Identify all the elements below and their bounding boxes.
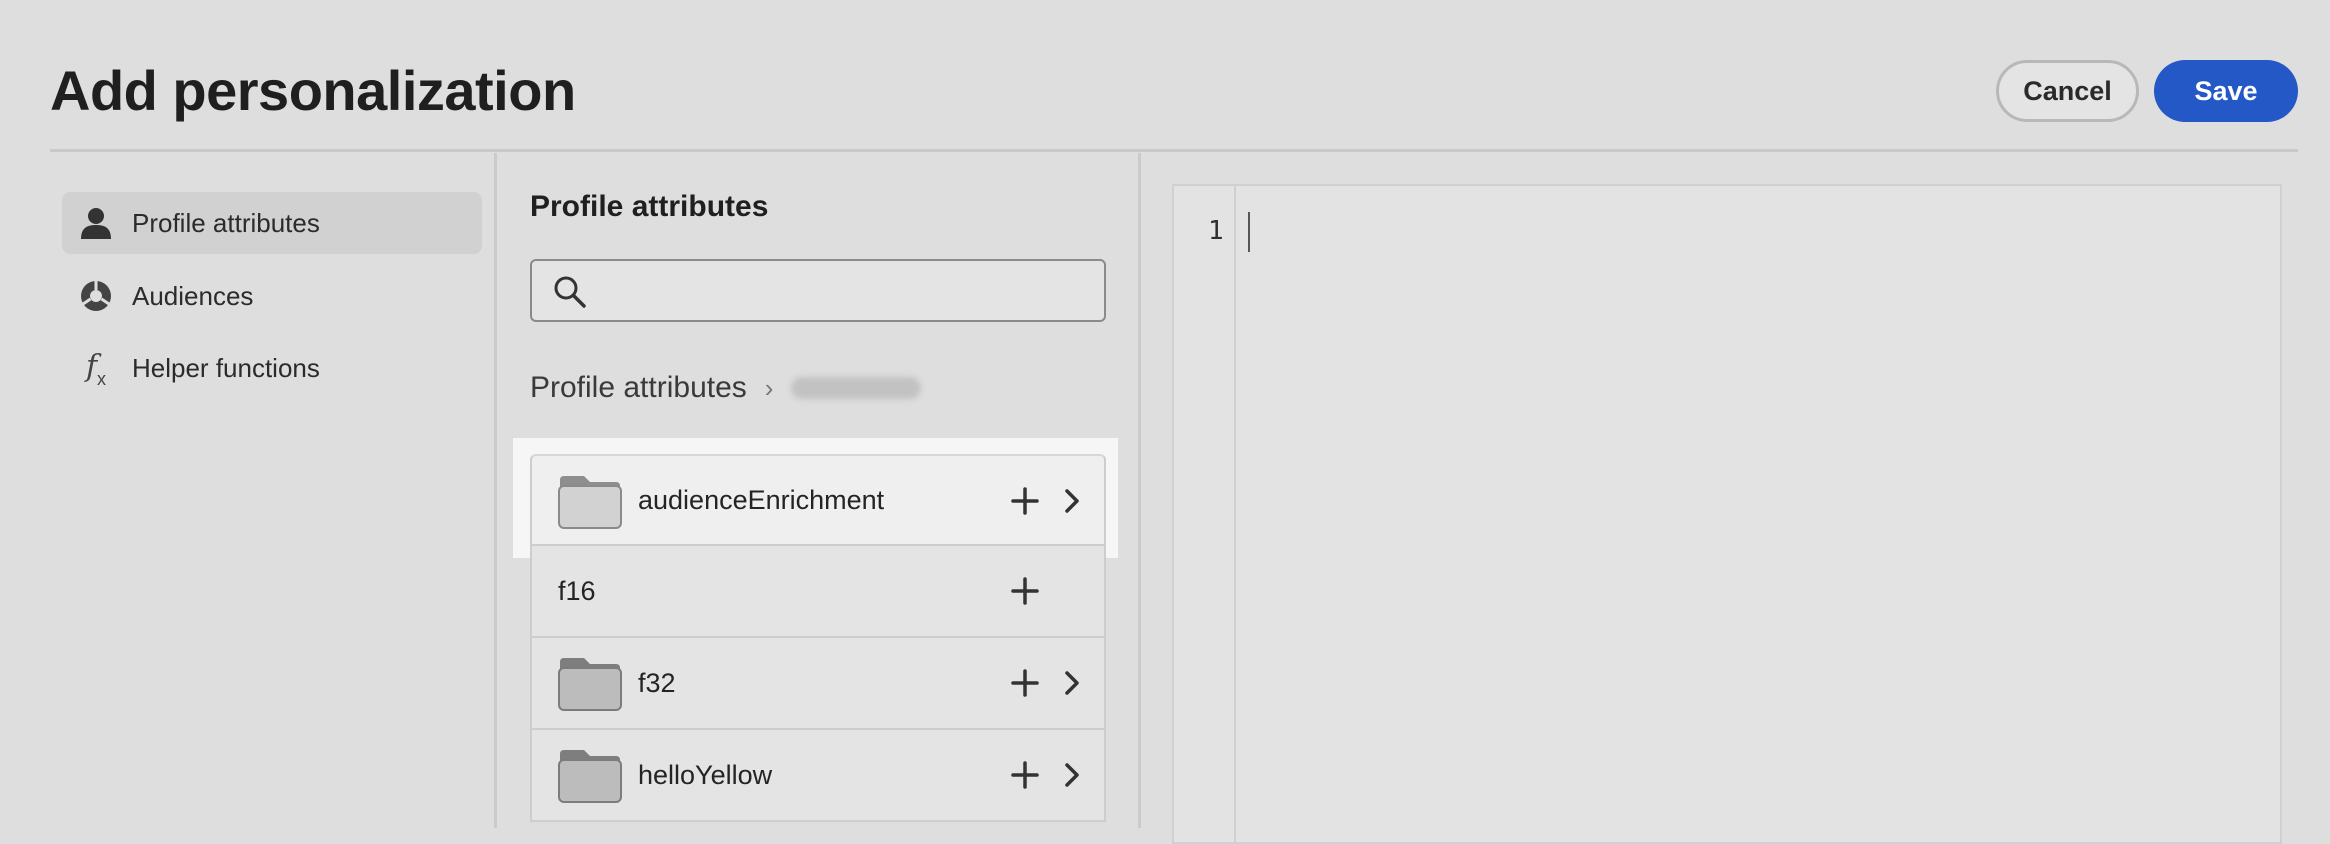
folder-icon: [558, 656, 622, 717]
breadcrumb-separator: ›: [764, 372, 774, 403]
dialog-header: Add personalization Cancel Save: [0, 0, 2330, 152]
function-icon: fx: [85, 348, 107, 389]
folder-icon: [558, 474, 622, 535]
chevron-right-icon[interactable]: [1062, 488, 1082, 519]
add-icon[interactable]: [1010, 668, 1040, 703]
cancel-button[interactable]: Cancel: [1996, 60, 2139, 122]
breadcrumb-redacted: [791, 377, 922, 399]
list-item[interactable]: f16: [530, 546, 1106, 638]
search-field[interactable]: [530, 259, 1106, 322]
item-label: helloYellow: [638, 759, 773, 790]
chevron-right-icon[interactable]: [1062, 762, 1082, 793]
add-icon[interactable]: [1010, 760, 1040, 795]
sidebar-item-audiences[interactable]: Audiences: [62, 265, 482, 327]
header-divider: [50, 149, 2298, 152]
item-label: f32: [638, 667, 676, 698]
column-divider-left: [494, 153, 497, 828]
breadcrumb-root[interactable]: Profile attributes: [530, 371, 747, 405]
sidebar-item-profile-attributes[interactable]: Profile attributes: [62, 192, 482, 254]
list-item[interactable]: helloYellow: [530, 730, 1106, 822]
line-number: 1: [1208, 216, 1224, 246]
item-label: audienceEnrichment: [638, 484, 885, 515]
breadcrumb: Profile attributes ›: [530, 371, 922, 405]
search-icon: [552, 274, 588, 315]
search-input[interactable]: [602, 271, 1096, 313]
column-divider-right: [1138, 153, 1141, 828]
person-icon: [78, 205, 114, 241]
chevron-right-icon[interactable]: [1062, 670, 1082, 701]
sidebar-item-label: Helper functions: [132, 352, 320, 383]
sidebar-item-helper-functions[interactable]: fx Helper functions: [62, 337, 482, 399]
browser-title: Profile attributes: [530, 190, 769, 223]
audiences-icon: [78, 278, 114, 314]
expression-editor[interactable]: 1: [1172, 184, 2282, 844]
add-icon[interactable]: [1010, 486, 1040, 521]
page-title: Add personalization: [50, 59, 576, 122]
item-label: f16: [558, 575, 596, 606]
editor-gutter: [1234, 186, 1236, 842]
add-icon[interactable]: [1010, 576, 1040, 611]
folder-icon: [558, 748, 622, 809]
text-caret: [1248, 212, 1250, 252]
sidebar-item-label: Profile attributes: [132, 207, 320, 238]
sidebar-item-label: Audiences: [132, 280, 254, 311]
save-button[interactable]: Save: [2154, 60, 2298, 122]
list-item[interactable]: audienceEnrichment: [530, 454, 1106, 546]
list-item[interactable]: f32: [530, 638, 1106, 730]
